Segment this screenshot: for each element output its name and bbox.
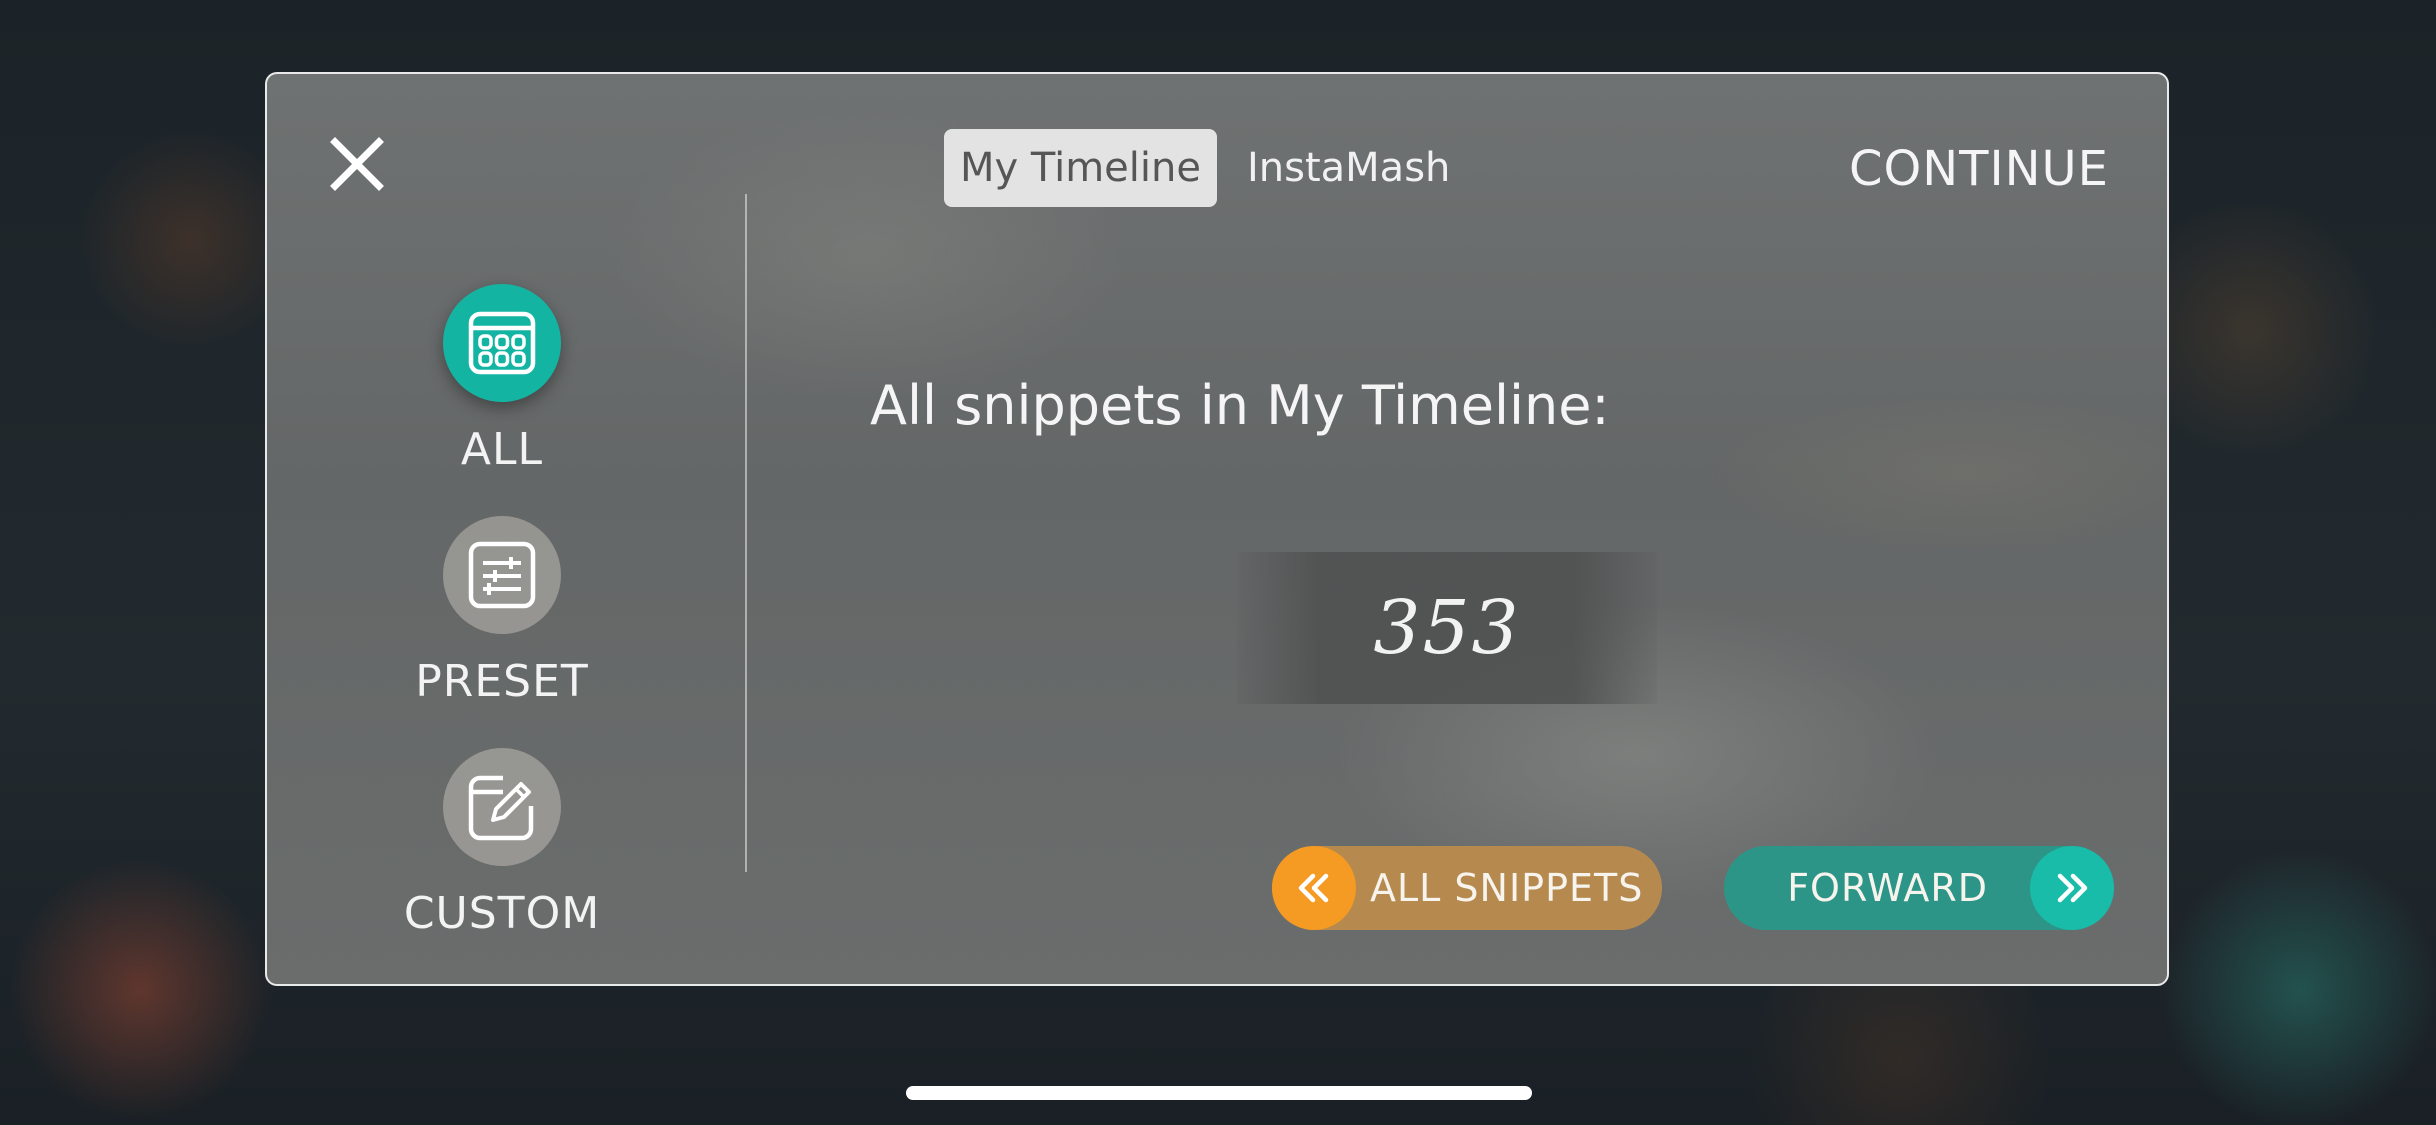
sidebar-item-label: CUSTOM	[403, 888, 601, 939]
edit-pencil-icon	[468, 775, 534, 841]
continue-button[interactable]: CONTINUE	[1849, 136, 2109, 202]
snippet-count-headline: All snippets in My Timeline:	[870, 374, 1610, 437]
sidebar-item-preset[interactable]: PRESET	[267, 516, 737, 707]
sidebar-item-custom-circle	[443, 748, 561, 866]
all-snippets-label: ALL SNIPPETS	[1370, 866, 1644, 910]
snippet-count-value: 353	[1373, 585, 1521, 671]
sliders-icon	[468, 541, 536, 609]
all-snippets-button[interactable]: ALL SNIPPETS	[1272, 846, 1662, 930]
sidebar-item-custom[interactable]: CUSTOM	[267, 748, 737, 939]
sidebar-item-label: PRESET	[415, 656, 589, 707]
forward-button[interactable]: FORWARD	[1724, 846, 2114, 930]
double-chevron-right-icon	[2030, 846, 2114, 930]
source-tabs: My Timeline InstaMash	[944, 129, 1466, 207]
filter-sidebar: ALL PRESET CUSTOM	[267, 214, 737, 939]
tab-instamash[interactable]: InstaMash	[1231, 129, 1466, 207]
close-button[interactable]	[327, 134, 387, 194]
forward-label: FORWARD	[1787, 866, 1988, 910]
sidebar-item-all[interactable]: ALL	[267, 284, 737, 475]
tab-my-timeline[interactable]: My Timeline	[944, 129, 1217, 207]
snippet-count-box: 353	[1237, 552, 1657, 704]
calendar-grid-icon	[468, 311, 536, 375]
snippet-selection-dialog: My Timeline InstaMash CONTINUE ALL PRESE…	[265, 72, 2169, 986]
sidebar-item-label: ALL	[460, 424, 544, 475]
sidebar-divider	[745, 194, 747, 872]
sidebar-item-all-circle	[443, 284, 561, 402]
close-icon	[330, 137, 384, 191]
sidebar-item-preset-circle	[443, 516, 561, 634]
double-chevron-left-icon	[1272, 846, 1356, 930]
home-indicator[interactable]	[906, 1086, 1532, 1100]
